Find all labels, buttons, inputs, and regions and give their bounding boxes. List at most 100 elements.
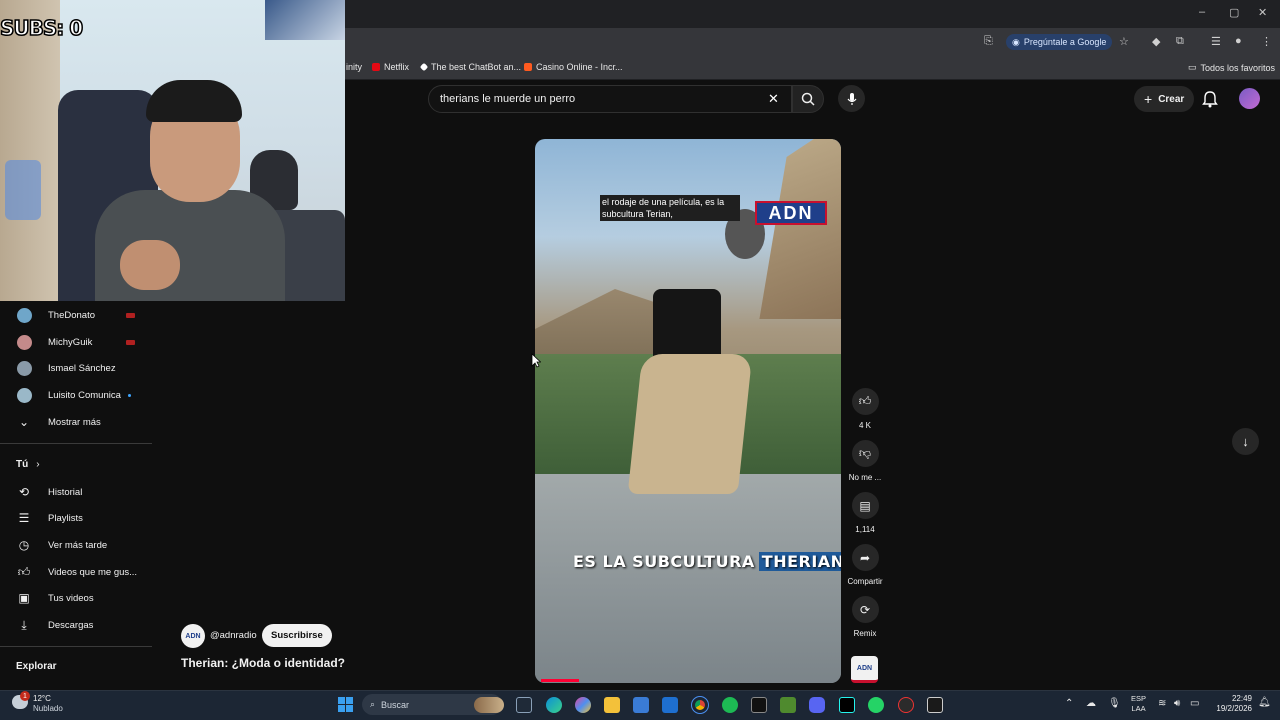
webcam-overlay: SUBS: 0 xyxy=(0,0,345,301)
channel-avatar[interactable]: ADN xyxy=(181,624,205,648)
sidebar-divider xyxy=(0,443,152,444)
comment-icon: ▤ xyxy=(851,492,879,519)
search-input[interactable]: therians le muerde un perro xyxy=(428,85,792,113)
sidebar-your-videos[interactable]: ▣ Tus videos xyxy=(0,585,152,611)
comments-button[interactable]: ▤ 1,114 xyxy=(847,492,883,534)
person-hair xyxy=(146,80,242,122)
mouse-cursor-icon xyxy=(531,353,541,368)
sidebar-watch-later[interactable]: ◷ Ver más tarde xyxy=(0,532,152,558)
onedrive-icon[interactable]: ☁ xyxy=(1086,698,1096,709)
sidebar-explore-header: Explorar xyxy=(16,661,57,672)
user-avatar[interactable] xyxy=(1239,88,1260,109)
channel-avatar xyxy=(16,334,32,350)
short-title[interactable]: Therian: ¿Moda o identidad? xyxy=(181,656,345,670)
ask-google-button[interactable]: ◉ Pregúntale a Google xyxy=(1006,34,1113,50)
tab-search-icon[interactable]: ☰ xyxy=(1211,35,1221,48)
profile-icon[interactable]: ● xyxy=(1235,35,1242,47)
chatbot-icon xyxy=(419,62,429,72)
discord-icon[interactable] xyxy=(809,697,825,713)
edge-icon[interactable] xyxy=(546,697,562,713)
spotify-icon[interactable] xyxy=(722,697,738,713)
search-highlight-icon[interactable] xyxy=(474,697,504,713)
like-button[interactable]: 👍︎ 4 K xyxy=(847,388,883,430)
tiktok-icon[interactable] xyxy=(839,697,855,713)
google-lens-icon: ◉ xyxy=(1012,36,1020,47)
weather-badge: 1 xyxy=(20,691,30,701)
channel-avatar xyxy=(16,307,32,323)
arrow-down-icon: ↓ xyxy=(1242,434,1249,449)
next-short-button[interactable]: ↓ xyxy=(1232,428,1259,455)
clear-search-icon[interactable]: ✕ xyxy=(768,91,779,107)
remix-button[interactable]: ⟳ Remix xyxy=(847,596,883,638)
language-indicator[interactable]: ESP LAA xyxy=(1131,694,1146,714)
obs-icon[interactable] xyxy=(898,697,914,713)
copilot-icon[interactable] xyxy=(575,697,591,713)
voice-search-button[interactable] xyxy=(838,85,865,112)
minimize-button[interactable]: – xyxy=(1199,6,1205,18)
all-bookmarks[interactable]: ▭ Todos los favoritos xyxy=(1188,62,1275,73)
chrome-icon[interactable] xyxy=(691,696,709,714)
epic-games-icon[interactable] xyxy=(927,697,943,713)
create-button[interactable]: + Crear xyxy=(1134,86,1195,112)
folder-icon: ▭ xyxy=(1188,62,1197,72)
search-icon xyxy=(801,92,815,106)
dislike-button[interactable]: 👎︎ No me ... xyxy=(847,440,883,482)
bookmark-chatbot[interactable]: The best ChatBot an... xyxy=(419,62,521,72)
sidebar-show-more[interactable]: ⌄ Mostrar más xyxy=(0,409,152,435)
bookmark-casino[interactable]: Casino Online - Incr... xyxy=(524,62,623,72)
plus-icon: + xyxy=(1144,91,1153,107)
short-video-player[interactable]: el rodaje de una película, es la subcult… xyxy=(535,139,841,683)
sidebar-sub-luisito[interactable]: Luisito Comunica xyxy=(0,382,152,408)
whatsapp-icon[interactable] xyxy=(868,697,884,713)
water-bottle xyxy=(5,160,41,220)
file-explorer-icon[interactable] xyxy=(604,697,620,713)
sidebar-sub-ismael[interactable]: Ismael Sánchez xyxy=(0,355,152,381)
subscribe-button[interactable]: Suscribirse xyxy=(262,624,332,647)
weather-desc[interactable]: Nublado xyxy=(33,704,63,713)
extensions-icon[interactable]: ⧉ xyxy=(1176,35,1184,48)
sidebar-liked-videos[interactable]: 👍︎ Videos que me gus... xyxy=(0,559,152,585)
outlook-icon[interactable] xyxy=(662,697,678,713)
sidebar-sub-michyguik[interactable]: MichyGuik xyxy=(0,329,152,355)
caption-bottom: ES LA SUBCULTURA THERIAN xyxy=(573,552,841,571)
caption-top: el rodaje de una película, es la subcult… xyxy=(600,195,740,221)
wifi-icon[interactable]: ≋ xyxy=(1158,698,1166,709)
bookmark-netflix[interactable]: Netflix xyxy=(372,62,409,72)
sidebar-playlists[interactable]: ☰ Playlists xyxy=(0,505,152,531)
curtain xyxy=(0,0,60,301)
mic-tray-icon[interactable]: 🎙︎ xyxy=(1108,698,1121,709)
close-window-button[interactable]: ✕ xyxy=(1258,6,1267,19)
sidebar-downloads[interactable]: ⤓ Descargas xyxy=(0,612,152,638)
tray-chevron-icon[interactable]: ⌃ xyxy=(1065,698,1073,709)
minecraft-icon[interactable] xyxy=(780,697,796,713)
clock[interactable]: 22:49 19/2/2026 xyxy=(1214,694,1252,714)
notifications-tray-icon[interactable]: 🔔︎ xyxy=(1258,697,1271,708)
maximize-button[interactable]: ▢ xyxy=(1229,6,1239,19)
volume-icon[interactable]: 🔊︎ xyxy=(1174,698,1180,709)
share-icon: ➦ xyxy=(851,544,879,571)
install-icon[interactable]: ⎘ xyxy=(984,35,993,48)
progress-bar[interactable] xyxy=(541,679,579,682)
chevron-down-icon: ⌄ xyxy=(18,415,30,429)
task-view-icon[interactable] xyxy=(516,697,532,713)
start-button[interactable] xyxy=(338,697,353,712)
gemini-icon[interactable]: ◆ xyxy=(1152,35,1160,48)
sidebar-you-header[interactable]: Tú › xyxy=(16,459,40,470)
search-button[interactable] xyxy=(792,85,824,113)
sound-thumbnail[interactable]: ADN xyxy=(851,656,878,683)
sidebar-history[interactable]: ⟲ Historial xyxy=(0,479,152,505)
weather-temp[interactable]: 12°C xyxy=(33,694,51,703)
notifications-button[interactable] xyxy=(1202,90,1218,113)
bookmark-item[interactable]: inity xyxy=(346,62,362,72)
sidebar-sub-thedonato[interactable]: TheDonato xyxy=(0,302,152,328)
search-icon: ⌕ xyxy=(370,699,376,709)
chrome-menu-icon[interactable]: ⋮ xyxy=(1261,35,1272,48)
battery-icon[interactable]: ▭ xyxy=(1190,698,1199,709)
live-icon xyxy=(126,313,135,318)
bookmark-star-icon[interactable]: ☆ xyxy=(1119,35,1129,48)
channel-handle[interactable]: @adnradio xyxy=(210,630,257,641)
new-content-dot xyxy=(128,394,131,397)
share-button[interactable]: ➦ Compartir xyxy=(847,544,883,586)
store-icon[interactable] xyxy=(633,697,649,713)
capcut-icon[interactable] xyxy=(751,697,767,713)
